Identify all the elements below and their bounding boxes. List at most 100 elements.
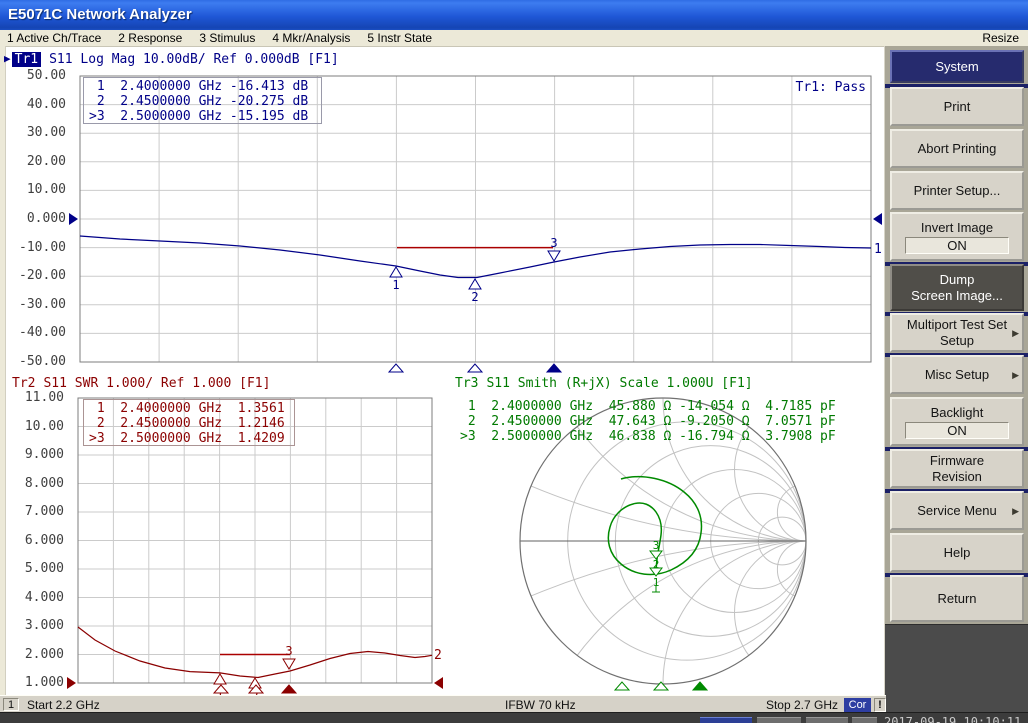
marker-glyph: 3 — [548, 236, 560, 261]
y-axis-tick: 9.000 — [12, 447, 64, 463]
window-titlebar[interactable]: E5071C Network Analyzer — [0, 0, 1028, 30]
y-axis-tick: 20.00 — [16, 154, 66, 170]
softkey-label: Multiport Test Set — [907, 317, 1007, 333]
ref-level-arrow — [69, 213, 78, 225]
y-axis-tick: 4.000 — [12, 590, 64, 606]
start-frequency-label: Start 2.2 GHz — [27, 698, 100, 712]
window-title: E5071C Network Analyzer — [8, 6, 192, 23]
correction-status-badge: Cor — [844, 698, 871, 712]
softkey-backlight[interactable]: BacklightON — [890, 397, 1024, 446]
y-axis-tick: 8.000 — [12, 476, 64, 492]
softkey-label: Dump — [940, 272, 975, 288]
softkey-label: Print — [944, 99, 971, 115]
softkey-toggle-state: ON — [905, 237, 1009, 254]
softkey-label: Firmware — [930, 453, 984, 469]
status-bar: 1 Start 2.2 GHz IFBW 70 kHz Stop 2.7 GHz… — [0, 695, 886, 712]
softkey-label: Return — [937, 591, 976, 607]
limit-test-result: Tr1: Pass — [700, 80, 866, 95]
marker-number: 3 — [653, 539, 660, 552]
taskbar-item[interactable] — [852, 717, 877, 723]
softkey-label: Abort Printing — [918, 141, 997, 157]
y-axis-tick: 7.000 — [12, 504, 64, 520]
marker-glyph: 1 — [390, 267, 402, 292]
y-axis-tick: 6.000 — [12, 533, 64, 549]
softkey-label: Misc Setup — [925, 367, 989, 383]
softkey-firmware[interactable]: FirmwareRevision — [890, 449, 1024, 488]
ref-level-arrow — [67, 677, 76, 689]
marker-glyph: 3 — [283, 644, 295, 669]
trace3-header[interactable]: Tr3 S11 Smith (R+jX) Scale 1.000U [F1] — [455, 376, 753, 391]
y-axis-tick: 0.000 — [16, 211, 66, 227]
menu-item[interactable]: 3 Stimulus — [192, 30, 262, 46]
menu-item[interactable]: 5 Instr State — [360, 30, 439, 46]
trace2-marker-table: 1 2.4000000 GHz 1.3561 2 2.4500000 GHz 1… — [83, 399, 295, 446]
softkey-misc-setup[interactable]: Misc Setup▶ — [890, 355, 1024, 394]
marker-row: >3 2.5000000 GHz 46.838 Ω -16.794 Ω 3.79… — [460, 429, 849, 444]
stop-frequency-label: Stop 2.7 GHz — [740, 698, 838, 712]
active-trace-arrow-icon: ▶ — [4, 52, 11, 65]
softkey-label: Printer Setup... — [914, 183, 1001, 199]
taskbar-item[interactable] — [757, 717, 801, 723]
softkey-printer-setup[interactable]: Printer Setup... — [890, 171, 1024, 210]
channel-number-badge: 1 — [3, 698, 19, 711]
softkey-print[interactable]: Print — [890, 87, 1024, 126]
trace1-format: S11 Log Mag 10.00dB/ Ref 0.000dB [F1] — [49, 52, 339, 67]
submenu-arrow-icon: ▶ — [1012, 503, 1019, 519]
menubar: 1 Active Ch/Trace2 Response3 Stimulus4 M… — [0, 30, 1028, 47]
softkey-menu: System Print Abort Printing Printer Setup..… — [884, 46, 1028, 712]
softkey-multiport-test-set[interactable]: Multiport Test SetSetup ▶ — [890, 313, 1024, 352]
marker-row: 2 2.4500000 GHz 47.643 Ω -9.2050 Ω 7.057… — [460, 414, 849, 429]
trace2-header[interactable]: Tr2 S11 SWR 1.000/ Ref 1.000 [F1] — [12, 376, 270, 391]
marker-glyph: 2 — [469, 279, 481, 304]
softkey-abort-printing[interactable]: Abort Printing — [890, 129, 1024, 168]
softkey-label: Revision — [932, 469, 982, 485]
menu-item[interactable]: 4 Mkr/Analysis — [265, 30, 357, 46]
trace3-format: S11 Smith (R+jX) Scale 1.000U [F1] — [486, 376, 752, 391]
softkey-dump[interactable]: DumpScreen Image... — [890, 264, 1024, 311]
trace3-marker-table: 1 2.4000000 GHz 45.880 Ω -14.054 Ω 4.718… — [455, 398, 849, 445]
softkey-empty-area — [885, 624, 1028, 712]
y-axis-tick: 40.00 — [16, 97, 66, 113]
softkey-return[interactable]: Return — [890, 575, 1024, 622]
alert-badge: ! — [874, 698, 886, 712]
trace2-name: Tr2 — [12, 376, 35, 391]
clock: 2017-09-19 10:10:11 — [884, 715, 1021, 723]
svg-text:3: 3 — [550, 236, 557, 250]
trace3-name: Tr3 — [455, 376, 478, 391]
softkey-help[interactable]: Help — [890, 533, 1024, 572]
y-axis-tick: 50.00 — [16, 68, 66, 84]
taskbar-item-active[interactable] — [700, 717, 752, 723]
y-axis-tick: 5.000 — [12, 561, 64, 577]
menu-resize[interactable]: Resize — [982, 30, 1019, 46]
softkey-label: Help — [944, 545, 971, 561]
taskbar-item[interactable] — [806, 717, 848, 723]
y-axis-tick: 10.00 — [16, 182, 66, 198]
softkey-label: Setup — [940, 333, 974, 349]
softkey-label: Invert Image — [921, 220, 993, 236]
marker-row: 2 2.4500000 GHz 1.2146 — [89, 416, 294, 431]
marker-row: 1 2.4000000 GHz 45.880 Ω -14.054 Ω 4.718… — [460, 399, 849, 414]
ifbw-label: IFBW 70 kHz — [505, 698, 576, 712]
softkey-system[interactable]: System — [890, 50, 1024, 83]
menu-item[interactable]: 2 Response — [111, 30, 189, 46]
marker-row: 1 2.4000000 GHz -16.413 dB — [89, 79, 321, 94]
ref-level-arrow — [873, 213, 882, 225]
trace1-header[interactable]: ▶Tr1S11 Log Mag 10.00dB/ Ref 0.000dB [F1… — [4, 52, 339, 67]
y-axis-tick: 2.000 — [12, 647, 64, 663]
softkey-toggle-state: ON — [905, 422, 1009, 439]
softkey-label: System — [935, 59, 978, 75]
y-axis-tick: -30.00 — [16, 297, 66, 313]
softkey-invert-image[interactable]: Invert ImageON — [890, 212, 1024, 261]
softkey-label: Service Menu — [917, 503, 996, 519]
y-axis-tick: 3.000 — [12, 618, 64, 634]
trace2-format: S11 SWR 1.000/ Ref 1.000 [F1] — [43, 376, 270, 391]
menu-item[interactable]: 1 Active Ch/Trace — [0, 30, 108, 46]
marker-row: >3 2.5000000 GHz 1.4209 — [89, 431, 294, 446]
softkey-service-menu[interactable]: Service Menu ▶ — [890, 491, 1024, 530]
marker-row: 2 2.4500000 GHz -20.275 dB — [89, 94, 321, 109]
y-axis-tick: 10.00 — [12, 419, 64, 435]
marker-row: 1 2.4000000 GHz 1.3561 — [89, 401, 294, 416]
softkey-label: Screen Image... — [911, 288, 1003, 304]
submenu-arrow-icon: ▶ — [1012, 325, 1019, 341]
y-axis-tick: 1.000 — [12, 675, 64, 691]
